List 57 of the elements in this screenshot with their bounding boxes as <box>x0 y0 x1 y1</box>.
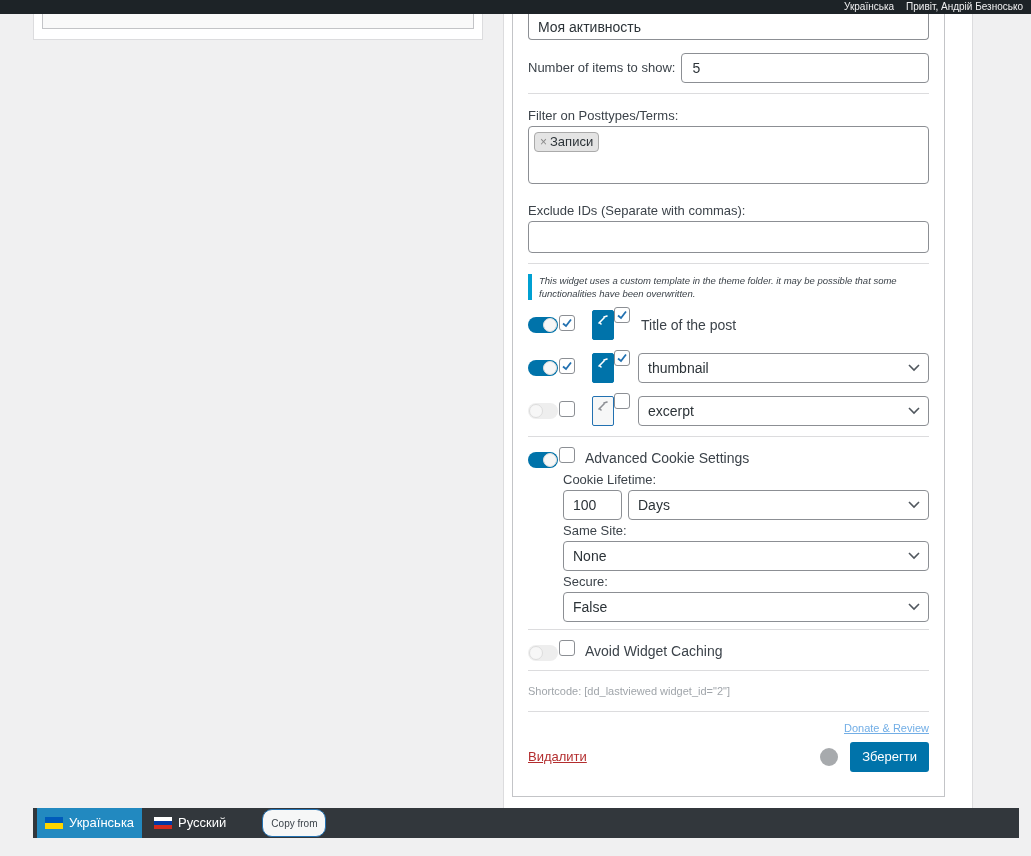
link-icon <box>598 358 608 368</box>
secure-select[interactable]: False <box>563 592 929 622</box>
language-tab[interactable]: Українська <box>37 808 143 838</box>
number-input[interactable]: 5 <box>681 53 929 83</box>
checkbox[interactable] <box>614 393 630 409</box>
greeting-text[interactable]: Привіт, Андрій Безносько <box>906 2 1023 12</box>
save-button[interactable]: Зберегти <box>850 742 929 772</box>
option-label: Avoid Widget Caching <box>585 643 723 659</box>
notice-text: This widget uses a custom template in the theme folder. it may be possible that some functionalities have been overwritten. <box>528 274 929 300</box>
flag-icon <box>45 817 63 829</box>
delete-link[interactable]: Видалити <box>528 749 587 765</box>
link-icon <box>598 401 608 411</box>
field-select[interactable]: thumbnail <box>638 353 929 383</box>
link-toggle[interactable] <box>592 396 614 426</box>
copy-from-button[interactable]: Copy from <box>262 809 327 837</box>
same-site-select[interactable]: None <box>563 541 929 571</box>
field-label: Cookie Lifetime: <box>563 472 658 488</box>
toggle-switch[interactable] <box>528 360 558 376</box>
field-label: Filter on Posttypes/Terms: <box>528 108 680 124</box>
chevron-down-icon <box>908 603 920 611</box>
lifetime-input[interactable]: 100 <box>563 490 622 520</box>
option-label: Advanced Cookie Settings <box>585 450 750 466</box>
toggle-switch[interactable] <box>528 317 558 333</box>
checkbox[interactable] <box>559 358 575 374</box>
field-select[interactable]: excerpt <box>638 396 929 426</box>
checkbox[interactable] <box>559 640 575 656</box>
checkbox[interactable] <box>559 401 575 417</box>
link-toggle[interactable] <box>592 310 614 340</box>
unit-select[interactable]: Days <box>628 490 929 520</box>
tag-label: Записи <box>550 134 594 150</box>
toggle-switch[interactable] <box>528 403 558 419</box>
field-label: Secure: <box>563 574 609 590</box>
field-name: Title of the post <box>641 317 737 333</box>
spinner-icon <box>820 748 839 766</box>
checkbox[interactable] <box>559 447 575 463</box>
chevron-down-icon <box>908 364 920 372</box>
title-input[interactable]: Моя активность <box>528 14 929 40</box>
checkbox[interactable] <box>614 307 630 323</box>
toggle-switch[interactable] <box>528 452 558 468</box>
field-label: Number of items to show: <box>528 60 676 76</box>
chevron-down-icon <box>908 407 920 415</box>
shortcode-text: Shortcode: [dd_lastviewed widget_id="2"] <box>528 684 731 699</box>
checkbox[interactable] <box>614 350 630 366</box>
language-label[interactable]: Українська <box>844 2 895 12</box>
field-label: Same Site: <box>563 523 628 539</box>
checkbox[interactable] <box>559 315 575 331</box>
field-label: Exclude IDs (Separate with commas): <box>528 203 747 219</box>
flag-icon <box>154 817 173 829</box>
tag-chip[interactable]: × Записи <box>534 132 600 152</box>
language-tab[interactable]: Русский <box>146 808 235 838</box>
chevron-down-icon <box>908 552 920 560</box>
toggle-switch[interactable] <box>528 645 558 661</box>
tag-input[interactable]: × Записи <box>528 126 929 184</box>
link-icon <box>598 315 608 325</box>
exclude-input[interactable] <box>528 221 929 253</box>
link-toggle[interactable] <box>592 353 614 383</box>
chevron-down-icon <box>908 501 920 509</box>
